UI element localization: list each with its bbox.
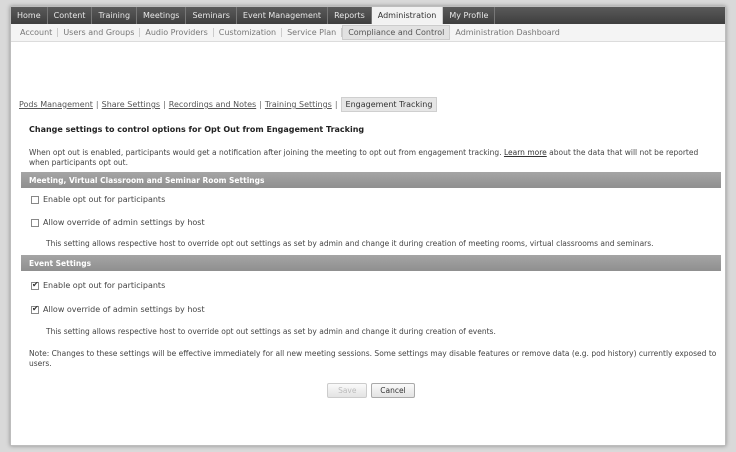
nav-tab-reports[interactable]: Reports [328, 7, 372, 24]
cancel-button[interactable]: Cancel [371, 383, 415, 398]
event-allow-override-row[interactable]: Allow override of admin settings by host [31, 304, 721, 314]
link-training-settings[interactable]: Training Settings [265, 100, 332, 109]
current-engagement-tracking: Engagement Tracking [340, 97, 438, 112]
subnav-compliance-and-control[interactable]: Compliance and Control [342, 25, 451, 40]
nav-tab-event-management[interactable]: Event Management [237, 7, 329, 24]
meeting-enable-opt-out-checkbox[interactable] [31, 195, 39, 204]
separator: | [95, 100, 99, 109]
top-navigation: Home Content Training Meetings Seminars … [11, 7, 725, 24]
subnav-customization[interactable]: Customization [214, 28, 283, 37]
subnav-users-and-groups[interactable]: Users and Groups [58, 28, 141, 37]
event-enable-opt-out-checkbox[interactable] [31, 280, 39, 290]
subnav-audio-providers[interactable]: Audio Providers [140, 28, 214, 37]
link-share-settings[interactable]: Share Settings [102, 100, 160, 109]
section-header-meeting: Meeting, Virtual Classroom and Seminar R… [21, 172, 721, 188]
link-recordings-and-notes[interactable]: Recordings and Notes [169, 100, 256, 109]
event-override-help: This setting allows respective host to o… [46, 327, 496, 336]
save-button[interactable]: Save [327, 383, 368, 398]
app-window: Home Content Training Meetings Seminars … [10, 6, 726, 446]
nav-tab-content[interactable]: Content [48, 7, 93, 24]
settings-breadcrumb: Pods Management | Share Settings | Recor… [19, 97, 438, 112]
nav-tab-administration[interactable]: Administration [371, 7, 444, 24]
description: When opt out is enabled, participants wo… [29, 148, 719, 168]
meeting-override-help: This setting allows respective host to o… [46, 239, 654, 248]
section-header-event: Event Settings [21, 255, 721, 271]
description-text: When opt out is enabled, participants wo… [29, 148, 502, 157]
nav-tab-my-profile[interactable]: My Profile [443, 7, 496, 24]
form-buttons: Save Cancel [21, 383, 721, 398]
event-allow-override-checkbox[interactable] [31, 304, 39, 314]
nav-tab-home[interactable]: Home [11, 7, 48, 24]
subnav-account[interactable]: Account [15, 28, 59, 37]
meeting-allow-override-checkbox[interactable] [31, 218, 39, 227]
settings-note: Note: Changes to these settings will be … [29, 349, 717, 368]
page-heading: Change settings to control options for O… [29, 125, 365, 134]
event-allow-override-label: Allow override of admin settings by host [43, 305, 205, 314]
nav-tab-seminars[interactable]: Seminars [186, 7, 237, 24]
event-enable-opt-out-row[interactable]: Enable opt out for participants [31, 280, 721, 290]
separator: | [163, 100, 166, 109]
subnav-service-plan[interactable]: Service Plan [282, 28, 343, 37]
subnav-administration-dashboard[interactable]: Administration Dashboard [450, 28, 564, 37]
meeting-enable-opt-out-label: Enable opt out for participants [43, 195, 166, 204]
sub-navigation: Account Users and Groups Audio Providers… [11, 24, 725, 42]
learn-more-link[interactable]: Learn more [504, 148, 547, 157]
event-enable-opt-out-label: Enable opt out for participants [43, 281, 166, 290]
link-pods-management[interactable]: Pods Management [19, 100, 93, 109]
nav-tab-meetings[interactable]: Meetings [137, 7, 187, 24]
separator: | [259, 100, 262, 109]
meeting-allow-override-row[interactable]: Allow override of admin settings by host [31, 218, 721, 227]
nav-tab-training[interactable]: Training [92, 7, 138, 24]
main-content: Change settings to control options for O… [21, 119, 721, 398]
meeting-allow-override-label: Allow override of admin settings by host [43, 218, 205, 227]
separator: | [334, 100, 338, 109]
meeting-enable-opt-out-row[interactable]: Enable opt out for participants [31, 195, 721, 204]
